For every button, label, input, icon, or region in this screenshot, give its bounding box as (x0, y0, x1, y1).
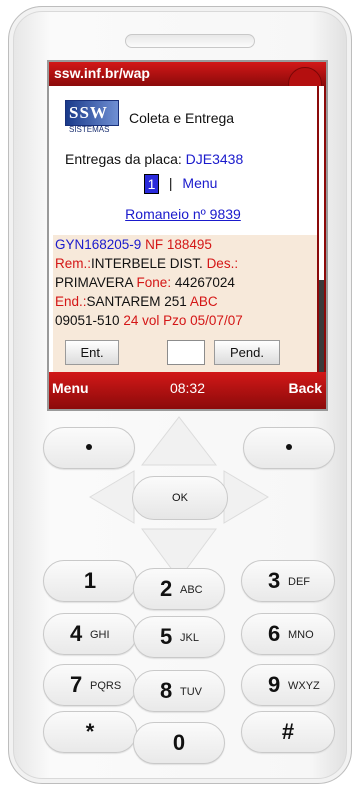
key-4[interactable]: 4 GHI (43, 613, 137, 655)
key-number: * (85, 719, 95, 744)
ok-button[interactable]: OK (132, 476, 228, 520)
des-value: PRIMAVERA (55, 275, 133, 290)
phone-screen: ssw.inf.br/wap SSW SISTEMAS Coleta e Ent… (47, 60, 328, 411)
key-letters: PQRS (90, 680, 122, 692)
end-label: End.: (55, 294, 87, 309)
des-label: Des.: (206, 256, 239, 271)
ent-button[interactable]: Ent. (65, 340, 119, 365)
key-0[interactable]: 0 (133, 722, 225, 764)
key-8[interactable]: 8 TUV (133, 670, 225, 712)
key-number: 8 (160, 678, 173, 703)
key-hash[interactable]: # (241, 711, 335, 753)
plate-line: Entregas da placa: DJE3438 (65, 151, 243, 167)
key-letters: JKL (180, 632, 199, 644)
city-value: ABC (189, 294, 218, 309)
scrollbar-thumb[interactable] (319, 86, 324, 280)
plate-label: Entregas da placa: (65, 151, 182, 167)
key-number: 2 (160, 576, 173, 601)
browser-url: ssw.inf.br/wap (54, 65, 150, 81)
key-number: 3 (268, 568, 281, 593)
fone-label: Fone: (136, 275, 172, 290)
key-letters: DEF (288, 576, 310, 588)
key-number: 6 (268, 621, 281, 646)
key-5[interactable]: 5 JKL (133, 616, 225, 658)
browser-titlebar: ssw.inf.br/wap (49, 62, 326, 101)
rem-value: INTERBELE DIST. (91, 256, 203, 271)
detail-line-2: Rem.:INTERBELE DIST. Des.: (55, 254, 238, 273)
rem-label: Rem.: (55, 256, 92, 271)
ssw-logo: SSW SISTEMAS (65, 100, 119, 136)
key-number: # (281, 719, 295, 744)
key-number: 7 (70, 672, 83, 697)
service-title: Coleta e Entrega (129, 110, 235, 126)
clock: 08:32 (169, 380, 206, 396)
key-9[interactable]: 9 WXYZ (241, 664, 335, 706)
nav-up-arrow-icon[interactable] (140, 416, 218, 466)
key-number: 9 (268, 672, 281, 697)
romaneio-link[interactable]: Romaneio nº 9839 (49, 206, 317, 222)
key-3[interactable]: 3 DEF (241, 560, 335, 602)
end-value: SANTAREM 251 (86, 294, 187, 309)
nf-label: NF (145, 237, 164, 252)
delivery-code: GYN168205-9 (55, 237, 142, 252)
dot-icon (286, 444, 292, 450)
logo-text: SSW (69, 103, 108, 122)
key-letters: TUV (180, 686, 202, 698)
plate-value: DJE3438 (185, 151, 244, 167)
scrollbar-track (319, 280, 324, 372)
page-content: SSW SISTEMAS Coleta e Entrega Entregas d… (49, 86, 317, 372)
key-number: 0 (172, 730, 186, 755)
key-letters: MNO (288, 629, 314, 641)
softkey-bar: Menu 08:32 Back (49, 372, 326, 409)
key-star[interactable]: * (43, 711, 137, 753)
pzo-value: 05/07/07 (190, 313, 243, 328)
pager-separator: | (168, 174, 173, 191)
action-input[interactable] (167, 340, 205, 365)
key-6[interactable]: 6 MNO (241, 613, 335, 655)
key-letters: ABC (180, 584, 203, 596)
logo-box: SSW (65, 100, 119, 126)
nav-right-arrow-icon[interactable] (223, 470, 269, 524)
delivery-detail-panel: GYN168205-9 NF 188495 Rem.:INTERBELE DIS… (53, 235, 317, 372)
pager: 1 | Menu (144, 174, 217, 194)
softkey-back[interactable]: Back (289, 380, 322, 396)
key-letters: WXYZ (288, 680, 320, 692)
detail-line-1: GYN168205-9 NF 188495 (55, 235, 212, 254)
fone-value: 44267024 (174, 275, 235, 290)
key-number: 5 (160, 624, 173, 649)
key-letters: GHI (90, 629, 110, 641)
detail-line-3: PRIMAVERA Fone: 44267024 (55, 273, 235, 292)
nf-value: 188495 (166, 237, 212, 252)
key-number: 1 (83, 568, 97, 593)
volumes-value: 24 vol (123, 313, 160, 328)
speaker-grille (125, 34, 255, 48)
detail-line-4: End.:SANTAREM 251 ABC (55, 292, 218, 311)
scrollbar[interactable] (317, 86, 326, 372)
key-1[interactable]: 1 (43, 560, 137, 602)
pend-button[interactable]: Pend. (214, 340, 280, 365)
nav-left-arrow-icon[interactable] (89, 470, 135, 524)
key-7[interactable]: 7 PQRS (43, 664, 137, 706)
logo-subtitle: SISTEMAS (69, 125, 110, 134)
page-number-input[interactable]: 1 (144, 174, 159, 194)
detail-line-5: 09051-510 24 vol Pzo 05/07/07 (55, 311, 243, 330)
key-number: 4 (70, 621, 83, 646)
menu-link[interactable]: Menu (182, 175, 217, 191)
cep-value: 09051-510 (55, 313, 120, 328)
key-2[interactable]: 2 ABC (133, 568, 225, 610)
pzo-label: Pzo (163, 313, 187, 328)
